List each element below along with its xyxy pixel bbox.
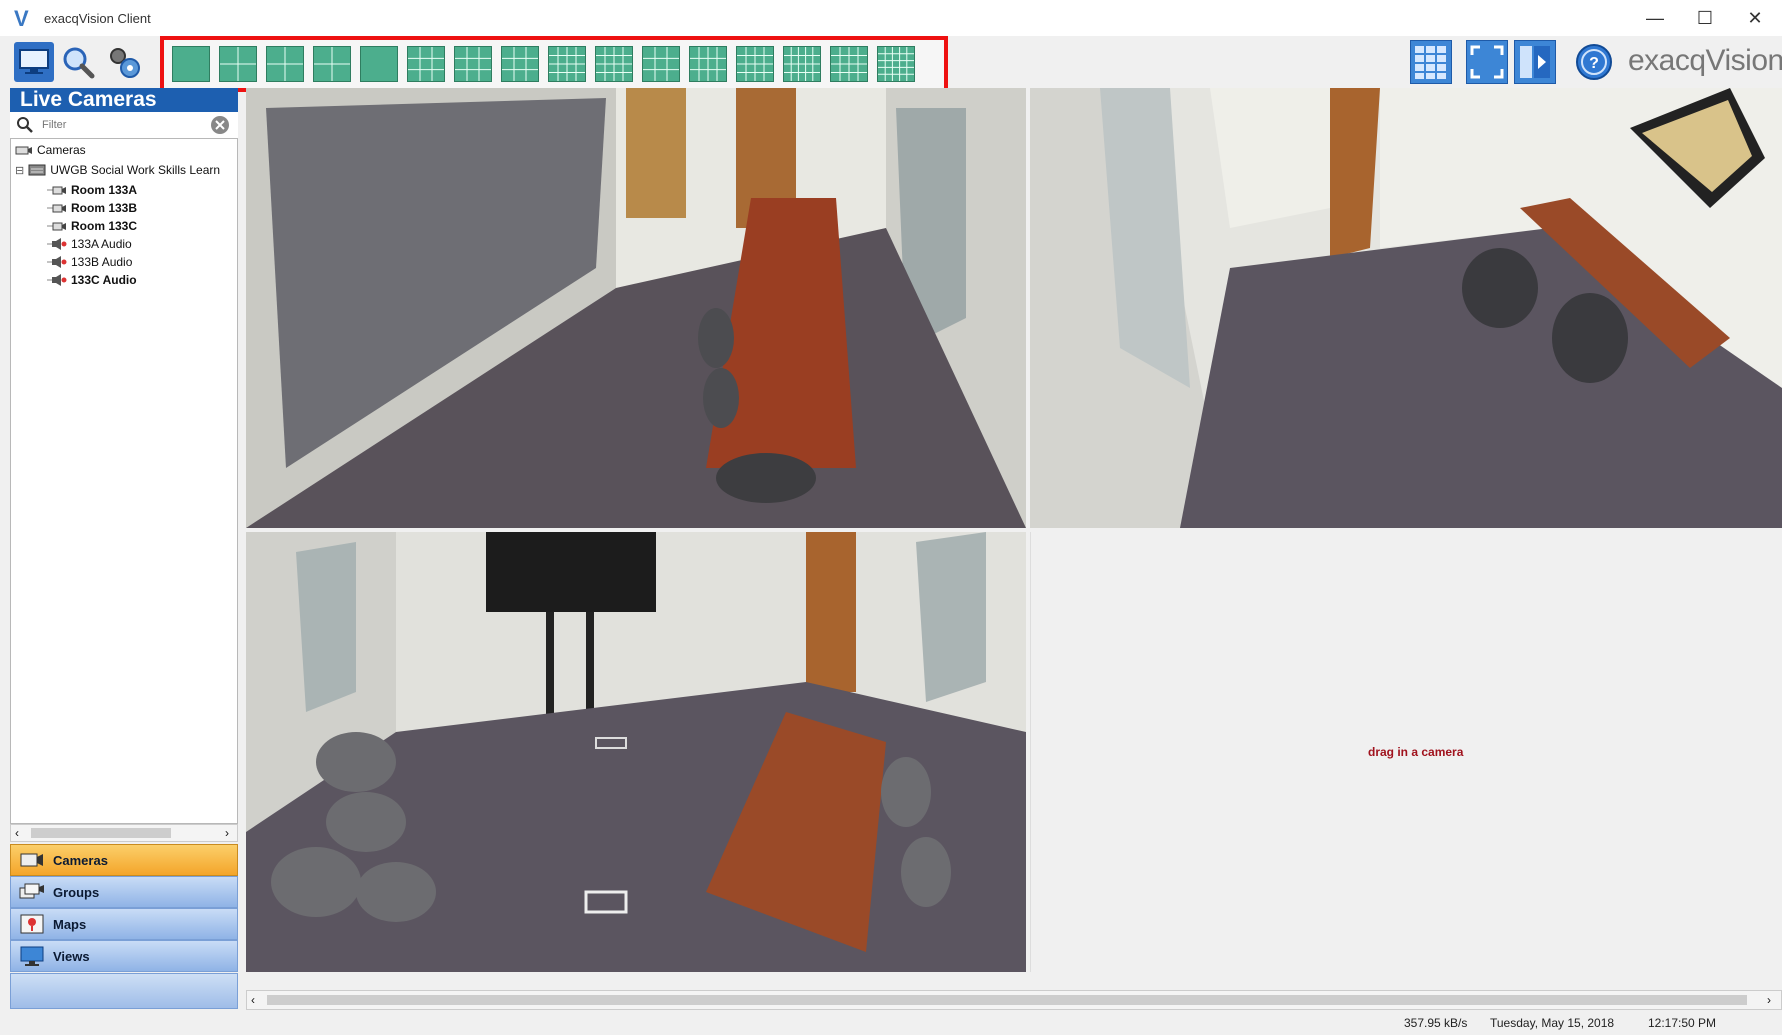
maximize-button[interactable]: ☐ [1682, 4, 1728, 32]
tree-item-label: Room 133A [71, 183, 138, 197]
layout-button-3[interactable] [266, 46, 304, 82]
layout-button-1[interactable] [172, 46, 210, 82]
brand-logo: exacqVision [1628, 44, 1782, 77]
nav-cameras-button[interactable]: Cameras [10, 844, 238, 876]
nav-label: Maps [53, 916, 87, 932]
tree-item[interactable]: 133A Audio [47, 237, 132, 251]
tree-server[interactable]: ⊟ UWGB Social Work Skills Learn [15, 163, 220, 177]
scroll-left-arrow-icon[interactable]: ‹ [251, 993, 255, 1007]
layout-button-16[interactable] [877, 46, 915, 82]
scroll-thumb[interactable] [31, 828, 171, 838]
video-horizontal-scrollbar[interactable]: ‹ › [246, 990, 1782, 1010]
multi-grid-icon[interactable] [1410, 40, 1452, 84]
close-button[interactable]: ✕ [1732, 4, 1778, 32]
scroll-left-arrow-icon[interactable]: ‹ [15, 826, 19, 840]
layout-button-14[interactable] [783, 46, 821, 82]
server-icon [28, 164, 46, 176]
app-logo: V [14, 6, 29, 31]
collapse-toggle-icon[interactable]: ⊟ [15, 164, 24, 177]
svg-text:?: ? [1589, 55, 1599, 72]
map-icon [19, 913, 45, 935]
tree-server-label: UWGB Social Work Skills Learn [50, 163, 221, 177]
layout-button-5[interactable] [360, 46, 398, 82]
nav-label: Cameras [53, 852, 108, 868]
nav-groups-button[interactable]: Groups [10, 876, 238, 908]
filter-search-icon [16, 116, 34, 134]
camera-tree: Cameras ⊟ UWGB Social Work Skills Learn … [10, 138, 238, 824]
nav-label: Groups [53, 884, 100, 900]
scroll-right-arrow-icon[interactable]: › [225, 826, 229, 840]
tree-root-label: Cameras [37, 143, 86, 157]
layout-button-10[interactable] [595, 46, 633, 82]
drag-hint: drag in a camera [1368, 745, 1464, 759]
status-bar: 357.95 kB/s Tuesday, May 15, 2018 12:17:… [0, 1010, 1782, 1035]
status-time: 12:17:50 PM [1648, 1016, 1717, 1030]
fullscreen-icon[interactable] [1466, 40, 1508, 84]
status-date: Tuesday, May 15, 2018 [1490, 1016, 1615, 1030]
live-monitor-icon[interactable] [14, 42, 54, 82]
nav-maps-button[interactable]: Maps [10, 908, 238, 940]
tree-item-label: Room 133B [71, 201, 138, 215]
tree-item-label: 133C Audio [71, 273, 137, 287]
sequence-icon[interactable] [1514, 40, 1556, 84]
layout-button-8[interactable] [501, 46, 539, 82]
filter-bar [10, 112, 238, 139]
tree-item[interactable]: 133B Audio [47, 255, 132, 269]
layout-selector-strip [160, 36, 948, 92]
minimize-button[interactable]: — [1632, 4, 1678, 32]
layout-button-6[interactable] [407, 46, 445, 82]
tree-item[interactable]: Room 133B [47, 201, 137, 215]
camera-tile-room-133b[interactable] [1030, 88, 1782, 528]
layout-button-9[interactable] [548, 46, 586, 82]
window-title: exacqVision Client [44, 11, 151, 26]
tree-root[interactable]: Cameras [15, 143, 86, 157]
groups-nav-icon [19, 882, 45, 902]
layout-button-2[interactable] [219, 46, 257, 82]
clear-filter-icon[interactable] [210, 115, 230, 135]
tree-item[interactable]: Room 133A [47, 183, 137, 197]
layout-button-15[interactable] [830, 46, 868, 82]
layout-button-13[interactable] [736, 46, 774, 82]
layout-button-12[interactable] [689, 46, 727, 82]
scroll-thumb[interactable] [267, 995, 1747, 1005]
scroll-right-arrow-icon[interactable]: › [1767, 993, 1771, 1007]
tree-horizontal-scrollbar[interactable]: ‹ › [10, 824, 238, 842]
cameras-nav-icon [19, 850, 45, 870]
title-bar: V exacqVision Client — ☐ ✕ [0, 0, 1782, 36]
speaker-icon [47, 238, 67, 250]
nav-panel-filler [10, 973, 238, 1009]
tree-item[interactable]: Room 133C [47, 219, 137, 233]
layout-button-4[interactable] [313, 46, 351, 82]
camera-icon [47, 203, 67, 214]
filter-input[interactable] [40, 115, 204, 135]
tree-item-label: Room 133C [71, 219, 138, 233]
layout-button-11[interactable] [642, 46, 680, 82]
speaker-icon [47, 256, 67, 268]
panel-title: Live Cameras [10, 88, 238, 112]
layout-button-7[interactable] [454, 46, 492, 82]
tree-item-label: 133B Audio [71, 255, 133, 269]
camera-tile-room-133c[interactable] [246, 532, 1026, 972]
camera-icon [47, 221, 67, 232]
nav-views-button[interactable]: Views [10, 940, 238, 972]
config-gear-icon[interactable] [104, 42, 144, 82]
help-icon[interactable]: ? [1574, 42, 1614, 82]
camera-icon [15, 145, 33, 156]
camera-icon [47, 185, 67, 196]
tree-item-label: 133A Audio [71, 237, 132, 251]
nav-label: Views [53, 948, 90, 964]
speaker-icon [47, 274, 67, 286]
tree-item[interactable]: 133C Audio [47, 273, 137, 287]
search-icon[interactable] [58, 42, 98, 82]
camera-tile-room-133a[interactable] [246, 88, 1026, 528]
views-monitor-icon [19, 945, 45, 967]
bandwidth-readout: 357.95 kB/s [1404, 1016, 1468, 1030]
